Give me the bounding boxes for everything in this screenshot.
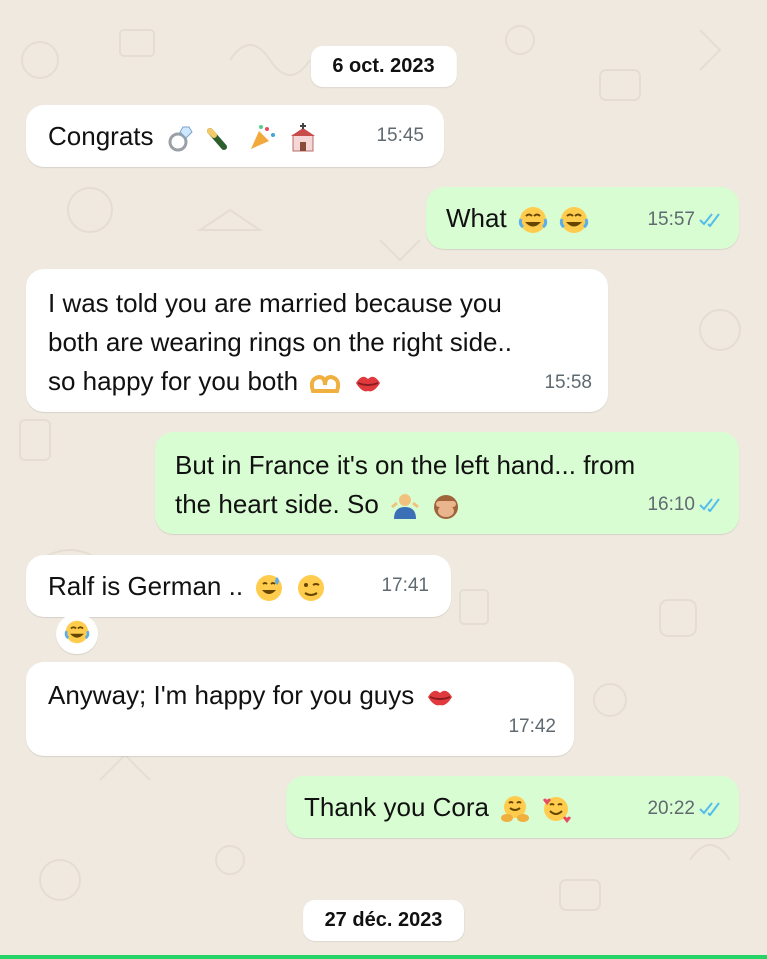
message-line: the heart side. So: [175, 489, 379, 519]
date-separator: 27 déc. 2023: [302, 900, 465, 941]
date-separator: 6 oct. 2023: [310, 46, 457, 87]
joy-emoji-icon: [559, 205, 589, 235]
message-text: What: [446, 203, 507, 233]
message-bubble-incoming[interactable]: Anyway; I'm happy for you guys 17:42: [26, 662, 574, 756]
smiling-face-with-hearts-icon: [541, 794, 572, 824]
read-receipt-icon: [699, 497, 723, 512]
message-timestamp: 15:58: [544, 372, 592, 393]
message-line: so happy for you both: [48, 366, 299, 396]
heart-hands-icon: [309, 369, 341, 397]
message-reaction[interactable]: [56, 614, 98, 654]
hugging-face-icon: [500, 794, 530, 824]
message-timestamp: 17:41: [381, 575, 429, 596]
read-receipt-icon: [699, 801, 723, 816]
message-line: both are wearing rings on the right side…: [48, 327, 512, 357]
see-no-evil-monkey-icon: [431, 491, 461, 521]
message-text: Thank you Cora: [304, 792, 489, 822]
bottom-accent-bar: [0, 955, 767, 959]
message-line: But in France it's on the left hand... f…: [175, 450, 636, 480]
message-line: I was told you are married because you: [48, 288, 502, 318]
man-shrugging-icon: [390, 491, 420, 521]
message-text: Ralf is German ..: [48, 571, 244, 601]
champagne-icon: [206, 123, 236, 153]
message-bubble-outgoing[interactable]: What 15:57: [426, 187, 739, 249]
wedding-chapel-icon: [288, 123, 318, 153]
message-timestamp: 20:22: [647, 789, 723, 828]
read-receipt-icon: [699, 212, 723, 227]
message-text: Anyway; I'm happy for you guys: [48, 680, 415, 710]
message-timestamp: 15:45: [376, 125, 424, 146]
kiss-mark-icon: [353, 369, 383, 397]
winking-face-icon: [296, 573, 326, 603]
message-bubble-outgoing[interactable]: Thank you Cora 20:22: [286, 776, 739, 838]
grinning-sweat-icon: [254, 573, 284, 603]
message-bubble-incoming[interactable]: Congrats 15:45: [26, 105, 444, 167]
party-popper-icon: [247, 123, 277, 153]
message-timestamp: 17:42: [508, 716, 556, 737]
message-bubble-incoming[interactable]: Ralf is German .. 17:41: [26, 555, 451, 617]
chat-view: 6 oct. 2023 Congrats 15:45 What 15:57 I …: [0, 0, 767, 959]
message-timestamp: 15:57: [647, 200, 723, 239]
kiss-mark-icon: [425, 683, 455, 711]
message-timestamp: 16:10: [647, 485, 723, 524]
message-bubble-outgoing[interactable]: But in France it's on the left hand... f…: [155, 432, 739, 534]
ring-icon: [165, 123, 195, 153]
message-text: Congrats: [48, 121, 154, 151]
joy-emoji-icon: [518, 205, 548, 235]
joy-emoji-icon: [64, 619, 90, 650]
message-bubble-incoming[interactable]: I was told you are married because you b…: [26, 269, 608, 412]
